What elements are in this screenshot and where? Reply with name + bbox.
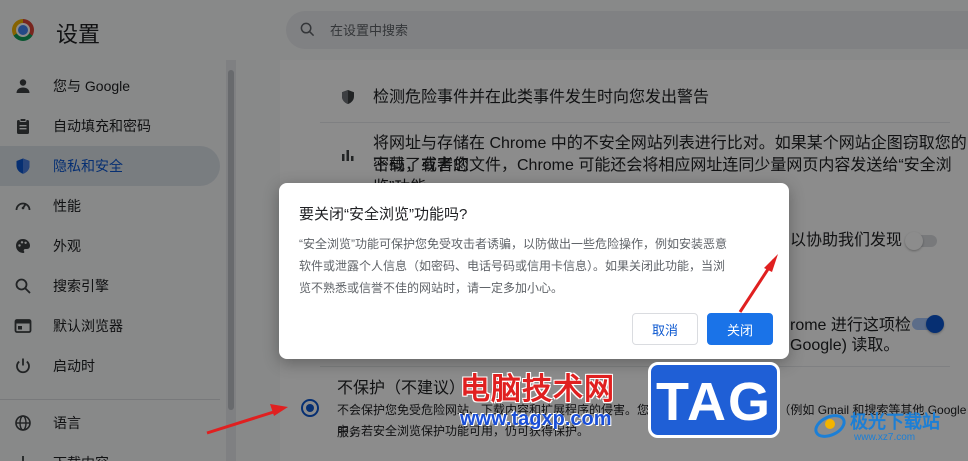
dialog-body: “安全浏览”功能可保护您免受攻击者诱骗，以防做出一些危险操作，例如安装恶意 软件… [299,233,769,299]
cancel-button[interactable]: 取消 [632,313,698,345]
watermark-brand2: 极光下载站 www.xz7.com [808,402,968,452]
dialog-body-line2: 软件或泄露个人信息（如密码、电话号码或信用卡信息）。如果关闭此功能，当浏 [299,259,726,273]
aurora-logo-icon [814,414,846,438]
watermark-tag-text: TAG [656,372,772,432]
dialog-body-line3: 览不熟悉或信誉不佳的网站时，请一定多加小心。 [299,281,564,295]
watermark-brand2-name: 极光下载站 [850,412,940,432]
disable-safe-browsing-dialog: 要关闭“安全浏览”功能吗? “安全浏览”功能可保护您免受攻击者诱骗，以防做出一些… [279,183,789,359]
watermark-brand2-url: www.xz7.com [854,432,916,443]
watermark-site-url: www.tagxp.com [460,408,612,430]
watermark-site-name: 电脑技术网 [460,373,615,406]
dialog-title: 要关闭“安全浏览”功能吗? [299,206,468,223]
turn-off-button[interactable]: 关闭 [707,313,773,345]
watermark-tag-badge: TAG [648,362,780,438]
dialog-body-line1: “安全浏览”功能可保护您免受攻击者诱骗，以防做出一些危险操作，例如安装恶意 [299,237,727,251]
watermark-site: 电脑技术网 www.tagxp.com [452,358,644,438]
